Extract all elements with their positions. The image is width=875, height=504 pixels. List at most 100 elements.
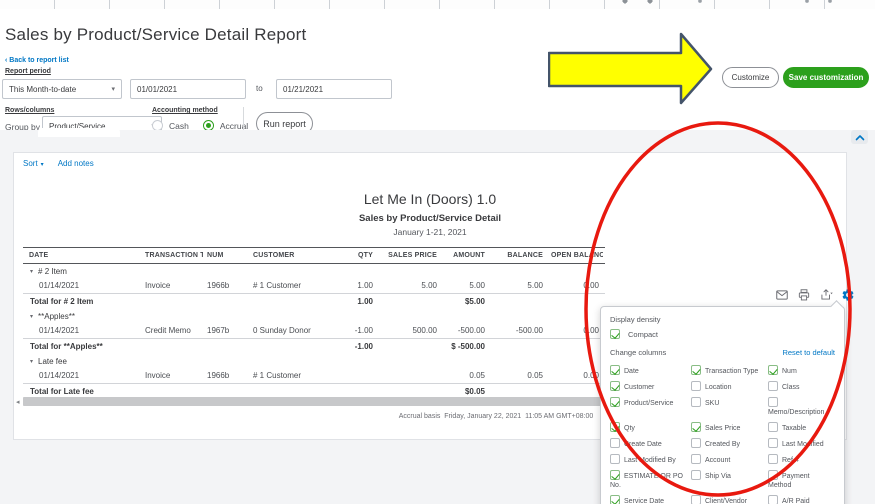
column-option-product-service[interactable]: Product/Service [610, 397, 688, 417]
table-cell[interactable]: 01/14/2021 [23, 281, 141, 290]
checkbox[interactable] [691, 470, 701, 480]
table-row[interactable]: 01/14/2021 Invoice 1966b # 1 Customer 0.05 0.… [23, 368, 605, 383]
table-cell[interactable]: 0.05 [489, 371, 547, 380]
checkbox[interactable] [768, 397, 778, 407]
table-cell[interactable]: 0.00 [547, 281, 603, 290]
table-cell[interactable]: 500.00 [377, 326, 441, 335]
checkbox[interactable] [768, 454, 778, 464]
table-row[interactable]: 01/14/2021 Credit Memo 1967b 0 Sunday Donor… [23, 323, 605, 338]
checkbox[interactable] [768, 381, 778, 391]
checkbox[interactable] [768, 495, 778, 504]
table-cell[interactable]: 1966b [203, 281, 249, 290]
column-option-qty[interactable]: Qty [610, 422, 688, 433]
table-cell[interactable]: 01/14/2021 [23, 326, 141, 335]
column-option-sku[interactable]: SKU [691, 397, 765, 417]
table-cell[interactable]: 01/14/2021 [23, 371, 141, 380]
table-cell[interactable]: Invoice [141, 371, 203, 380]
checkbox[interactable] [768, 438, 778, 448]
column-option-num[interactable]: Num [768, 365, 834, 376]
column-option-customer[interactable]: Customer [610, 381, 688, 392]
table-cell[interactable]: Credit Memo [141, 326, 203, 335]
sort-menu[interactable]: Sort ▾ [23, 159, 44, 168]
back-to-report-list-link[interactable]: ‹ Back to report list [5, 57, 69, 64]
column-option-client-vendor-message[interactable]: Client/Vendor Message [691, 495, 765, 504]
reset-to-default-link[interactable]: Reset to default [782, 348, 835, 357]
checkbox[interactable] [610, 365, 620, 375]
checkbox[interactable] [691, 438, 701, 448]
column-option-create-date[interactable]: Create Date [610, 438, 688, 449]
table-cell[interactable]: # 1 Customer [249, 281, 337, 290]
group-row[interactable]: ▾ **Apples** [23, 309, 605, 323]
column-option-class[interactable]: Class [768, 381, 834, 392]
scroll-left-icon[interactable]: ◂ [16, 398, 20, 406]
table-cell[interactable]: 1967b [203, 326, 249, 335]
table-cell[interactable]: 0.05 [441, 371, 489, 380]
export-icon[interactable] [819, 288, 833, 302]
collapse-caret-icon[interactable]: ▾ [30, 358, 33, 365]
collapse-panel-button[interactable] [851, 130, 868, 144]
checkbox[interactable] [691, 381, 701, 391]
group-row[interactable]: ▾ Late fee [23, 354, 605, 368]
column-option-ship-via[interactable]: Ship Via [691, 470, 765, 490]
table-row[interactable]: 01/14/2021 Invoice 1966b # 1 Customer 1.00 5.… [23, 278, 605, 293]
table-cell[interactable]: 5.00 [489, 281, 547, 290]
column-option-taxable[interactable]: Taxable [768, 422, 834, 433]
checkbox[interactable] [691, 495, 701, 504]
compact-checkbox[interactable] [610, 329, 620, 339]
table-cell[interactable]: 5.00 [441, 281, 489, 290]
column-option-ref-[interactable]: Ref # [768, 454, 834, 465]
column-option-payment-method[interactable]: Payment Method [768, 470, 834, 490]
checkbox[interactable] [691, 422, 701, 432]
checkbox[interactable] [610, 470, 620, 480]
checkbox[interactable] [610, 422, 620, 432]
checkbox[interactable] [610, 397, 620, 407]
group-name: **Apples** [38, 311, 75, 321]
save-customization-button[interactable]: Save customization [783, 67, 869, 88]
table-cell[interactable]: 0 Sunday Donor [249, 326, 337, 335]
checkbox[interactable] [691, 365, 701, 375]
date-from-input[interactable]: 01/01/2021 [130, 79, 246, 99]
report-period-select[interactable]: This Month-to-date ▾ [2, 79, 122, 99]
checkbox[interactable] [768, 422, 778, 432]
table-cell[interactable]: Invoice [141, 281, 203, 290]
compact-option[interactable]: Compact [610, 329, 835, 339]
column-option-account[interactable]: Account [691, 454, 765, 465]
column-option-sales-price[interactable]: Sales Price [691, 422, 765, 433]
column-option-estimate-or-po-no-[interactable]: ESTIMATE OR PO No. [610, 470, 688, 490]
print-icon[interactable] [797, 288, 811, 302]
column-option-location[interactable]: Location [691, 381, 765, 392]
column-option-created-by[interactable]: Created By [691, 438, 765, 449]
add-notes-link[interactable]: Add notes [58, 159, 94, 168]
table-cell[interactable]: 1.00 [337, 281, 377, 290]
table-cell[interactable]: 1966b [203, 371, 249, 380]
collapse-caret-icon[interactable]: ▾ [30, 313, 33, 320]
checkbox[interactable] [610, 438, 620, 448]
checkbox[interactable] [768, 470, 778, 480]
column-option-transaction-type[interactable]: Transaction Type [691, 365, 765, 376]
table-cell[interactable]: 0.00 [547, 326, 603, 335]
column-option-memo-description[interactable]: Memo/Description [768, 397, 834, 417]
table-cell[interactable]: 0.00 [547, 371, 603, 380]
collapse-caret-icon[interactable]: ▾ [30, 268, 33, 275]
table-cell[interactable]: # 1 Customer [249, 371, 337, 380]
date-to-input[interactable]: 01/21/2021 [276, 79, 392, 99]
checkbox[interactable] [691, 454, 701, 464]
table-cell[interactable]: -1.00 [337, 326, 377, 335]
column-option-date[interactable]: Date [610, 365, 688, 376]
table-cell[interactable]: 5.00 [377, 281, 441, 290]
checkbox[interactable] [691, 397, 701, 407]
email-icon[interactable] [775, 288, 789, 302]
column-option-a-r-paid[interactable]: A/R Paid [768, 495, 834, 504]
customize-button[interactable]: Customize [722, 67, 779, 88]
checkbox[interactable] [610, 381, 620, 391]
table-cell[interactable]: -500.00 [489, 326, 547, 335]
table-cell[interactable]: -500.00 [441, 326, 489, 335]
checkbox[interactable] [610, 454, 620, 464]
checkbox[interactable] [610, 495, 620, 504]
column-option-service-date[interactable]: Service Date [610, 495, 688, 504]
checkbox[interactable] [768, 365, 778, 375]
settings-gear-icon[interactable] [841, 288, 855, 302]
column-option-last-modified[interactable]: Last Modified [768, 438, 834, 449]
column-option-last-modified-by[interactable]: Last Modified By [610, 454, 688, 465]
group-row[interactable]: ▾ # 2 Item [23, 264, 605, 278]
